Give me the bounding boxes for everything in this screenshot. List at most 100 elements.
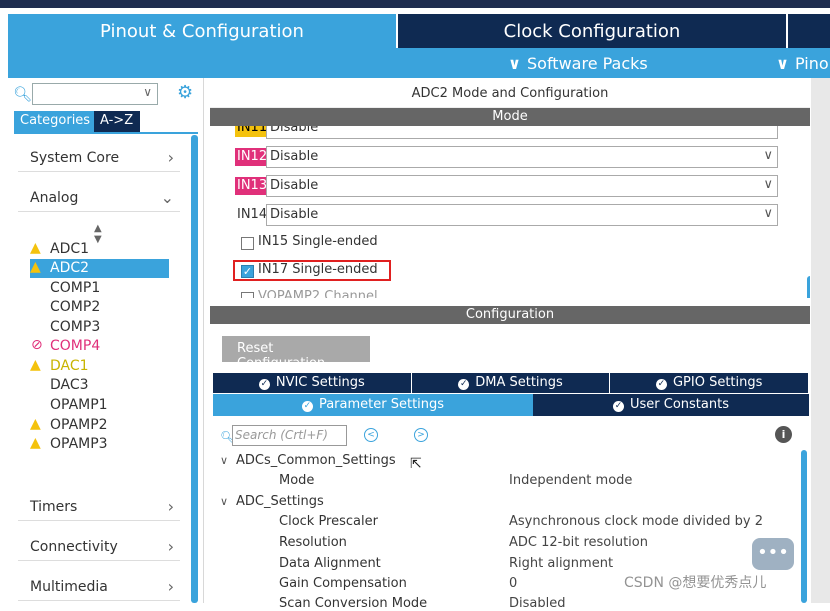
param-label: Scan Conversion Mode (279, 596, 428, 611)
chevron-down-icon[interactable]: ∨ (143, 85, 152, 99)
peripheral-opamp2[interactable]: ▲ OPAMP2 (30, 416, 169, 435)
chevron-down-icon: ∨ (763, 206, 773, 221)
right-edge-panel (811, 78, 830, 603)
tab-parameter-settings[interactable]: ✓ Parameter Settings (213, 394, 533, 416)
param-label: Mode (279, 473, 315, 488)
peripheral-label: ADC2 (50, 260, 90, 276)
mouse-cursor-icon: ⇱ (410, 456, 422, 472)
category-system-core[interactable]: System Core › (18, 148, 180, 172)
param-value[interactable]: 0 (509, 576, 517, 591)
check-circle-icon: ✓ (458, 379, 470, 390)
mode-select[interactable]: Disable (266, 126, 778, 139)
gear-icon[interactable]: ⚙ (177, 82, 193, 103)
category-label: Timers (30, 499, 78, 515)
category-label: Multimedia (30, 579, 108, 595)
param-group[interactable]: ADC_Settings (236, 494, 324, 509)
collapse-icon[interactable]: ∨ (220, 454, 228, 467)
tab-nvic-settings[interactable]: ✓ NVIC Settings (213, 373, 412, 393)
highlight-box (233, 260, 391, 281)
mode-select[interactable]: Disable ∨ (266, 146, 778, 168)
param-label: Clock Prescaler (279, 514, 378, 529)
tab-label: Parameter Settings (318, 397, 445, 412)
check-circle-icon: ✓ (301, 401, 313, 412)
next-icon[interactable]: > (414, 428, 428, 442)
category-label: Connectivity (30, 539, 118, 555)
checkbox-in15[interactable] (241, 237, 254, 250)
chevron-down-icon: ∨ (508, 54, 521, 73)
tab-categories[interactable]: Categories (14, 111, 94, 132)
divider (14, 132, 198, 134)
param-group[interactable]: ADCs_Common_Settings (236, 453, 396, 468)
watermark: CSDN @想要优秀点儿 (624, 575, 767, 591)
chevron-right-icon: › (167, 497, 174, 516)
tab-label: User Constants (630, 397, 729, 412)
search-icon[interactable]: 🔍︎ (13, 85, 32, 103)
check-circle-icon: ✓ (258, 379, 270, 390)
param-value[interactable]: ADC 12-bit resolution (509, 535, 648, 550)
tab-extra[interactable] (788, 14, 830, 48)
reset-configuration-button[interactable]: Reset Configuration (222, 336, 370, 371)
peripheral-label: ADC1 (50, 241, 90, 257)
parameter-search-input[interactable]: Search (Crtl+F) (232, 425, 347, 446)
peripheral-comp2[interactable]: COMP2 (30, 298, 169, 317)
tab-gpio-settings[interactable]: ✓ GPIO Settings (610, 373, 810, 393)
previous-icon[interactable]: < (364, 428, 378, 442)
warning-icon: ▲ (30, 357, 41, 373)
checkbox-vopamp2[interactable] (241, 292, 254, 298)
param-value[interactable]: Asynchronous clock mode divided by 2 (509, 514, 763, 529)
category-connectivity[interactable]: Connectivity › (18, 537, 180, 561)
pin-label: IN11 (235, 126, 270, 137)
peripheral-opamp1[interactable]: OPAMP1 (30, 396, 169, 415)
peripheral-label: COMP1 (50, 280, 101, 296)
params-scrollbar[interactable] (801, 450, 807, 603)
chevron-right-icon: › (167, 148, 174, 167)
mode-scrollbar[interactable] (807, 276, 810, 298)
param-label: Resolution (279, 535, 347, 550)
peripheral-comp1[interactable]: COMP1 (30, 279, 169, 298)
search-combo[interactable]: ∨ (32, 83, 158, 105)
software-packs-menu[interactable]: ∨ Software Packs (508, 54, 648, 73)
peripheral-adc1[interactable]: ▲ ADC1 (30, 240, 169, 259)
config-panel: ADC2 Mode and Configuration Mode IN11 Di… (210, 78, 810, 611)
peripheral-dac3[interactable]: DAC3 (30, 376, 169, 395)
sub-toolbar: ∨ Software Packs ∨ Pinout (8, 48, 830, 78)
category-analog[interactable]: Analog ⌄ (18, 188, 180, 212)
tab-user-constants[interactable]: ✓ User Constants (533, 394, 809, 416)
select-value: Disable (270, 178, 319, 193)
category-label: System Core (30, 150, 120, 166)
chevron-down-icon: ∨ (776, 54, 789, 73)
peripheral-label: OPAMP2 (50, 417, 108, 433)
software-packs-label: Software Packs (527, 54, 648, 73)
tab-a-z[interactable]: A->Z (94, 111, 140, 132)
category-timers[interactable]: Timers › (18, 497, 180, 521)
peripheral-dac1[interactable]: ▲ DAC1 (30, 357, 169, 376)
scrollbar[interactable] (191, 135, 198, 603)
tab-dma-settings[interactable]: ✓ DMA Settings (411, 373, 611, 393)
param-label: Gain Compensation (279, 576, 407, 591)
param-label: Data Alignment (279, 556, 381, 571)
peripheral-adc2[interactable]: ▲ ADC2 (30, 259, 169, 278)
select-value: Disable (270, 126, 319, 135)
param-value[interactable]: Disabled (509, 596, 565, 611)
pinout-menu[interactable]: ∨ Pinout (776, 54, 830, 73)
peripheral-comp3[interactable]: COMP3 (30, 318, 169, 337)
param-value[interactable]: Independent mode (509, 473, 632, 488)
checkbox-label: VOPAMP2 Channel (258, 289, 378, 298)
collapse-icon[interactable]: ∨ (220, 495, 228, 508)
mode-select[interactable]: Disable ∨ (266, 204, 778, 226)
select-value: Disable (270, 207, 319, 222)
mode-select[interactable]: Disable ∨ (266, 175, 778, 197)
param-value[interactable]: Right alignment (509, 556, 613, 571)
peripheral-comp4[interactable]: ⊘ COMP4 (30, 337, 169, 356)
configuration-header: Configuration (210, 306, 810, 324)
category-label: Analog (30, 190, 79, 206)
peripheral-label: COMP4 (50, 338, 101, 354)
top-strip (0, 0, 830, 8)
category-tabs: Categories A->Z (14, 111, 140, 132)
peripheral-opamp3[interactable]: ▲ OPAMP3 (30, 435, 169, 454)
tab-clock-configuration[interactable]: Clock Configuration (398, 14, 786, 48)
tab-pinout-configuration[interactable]: Pinout & Configuration (8, 14, 396, 48)
chevron-down-icon: ⌄ (160, 188, 174, 207)
info-icon[interactable]: i (775, 426, 792, 443)
category-multimedia[interactable]: Multimedia › (18, 577, 180, 601)
